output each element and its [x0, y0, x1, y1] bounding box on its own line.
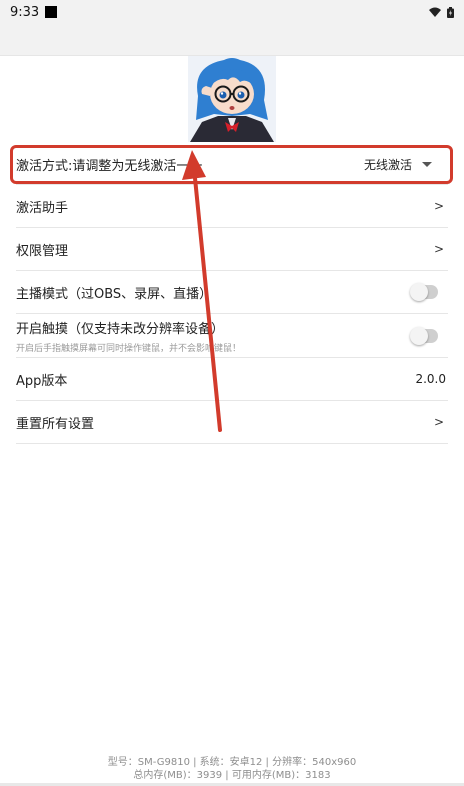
device-info-line-2: 总内存(MB)：3939 | 可用内存(MB)：3183 [133, 770, 331, 781]
streamer-mode-row: 主播模式（过OBS、录屏、直播） [16, 271, 448, 314]
reset-settings-row[interactable]: 重置所有设置 > [16, 401, 448, 444]
dropdown-caret-icon[interactable] [422, 161, 432, 167]
streamer-mode-toggle[interactable] [410, 283, 438, 301]
avatar [188, 56, 276, 142]
status-time: 9:33 [10, 4, 40, 20]
streamer-mode-label: 主播模式（过OBS、录屏、直播） [16, 286, 213, 302]
permission-management-label: 权限管理 [16, 243, 69, 259]
device-info-line-1: 型号：SM-G9810 | 系统：安卓12 | 分辨率：540x960 [107, 757, 357, 768]
app-toolbar [0, 24, 464, 56]
touch-mode-toggle[interactable] [410, 326, 438, 345]
activation-mode-row[interactable]: 激活方式:请调整为无线激活一一 无线激活 [16, 144, 448, 185]
reset-settings-label: 重置所有设置 [16, 416, 95, 432]
activation-mode-select[interactable]: 无线激活 [364, 156, 412, 173]
chevron-right-icon: > [433, 199, 444, 213]
touch-mode-label: 开启触摸（仅支持未改分辨率设备） [16, 321, 225, 337]
app-version-value: 2.0.0 [415, 372, 446, 386]
settings-list: 激活方式:请调整为无线激活一一 无线激活 激活助手 > 权限管理 > 主播模式（… [16, 144, 448, 444]
activation-mode-label: 激活方式:请调整为无线激活一一 [16, 158, 203, 174]
touch-mode-hint: 开启后手指触摸屏幕可同时操作键鼠，并不会影响键鼠！ [16, 343, 242, 354]
app-version-label: App版本 [16, 373, 68, 389]
wifi-icon [429, 7, 441, 17]
battery-icon [447, 6, 454, 18]
notification-icon [45, 6, 58, 18]
chevron-right-icon: > [433, 242, 444, 256]
device-info-footer: 型号：SM-G9810 | 系统：安卓12 | 分辨率：540x960 总内存(… [0, 756, 464, 782]
status-icons [429, 6, 454, 18]
touch-mode-row: 开启触摸（仅支持未改分辨率设备） 开启后手指触摸屏幕可同时操作键鼠，并不会影响键… [16, 314, 448, 358]
avatar-illustration [188, 56, 276, 142]
toggle-knob [410, 283, 428, 301]
chevron-right-icon: > [433, 415, 444, 429]
toggle-knob [410, 326, 428, 345]
activation-assistant-label: 激活助手 [16, 200, 69, 216]
app-version-row: App版本 2.0.0 [16, 358, 448, 401]
activation-assistant-row[interactable]: 激活助手 > [16, 185, 448, 228]
permission-management-row[interactable]: 权限管理 > [16, 228, 448, 271]
status-bar: 9:33 [0, 0, 464, 24]
app-screen: 9:33 激活方式:请调整为无线激活一一 无线激活 激活助手 > 权限管理 > … [0, 0, 464, 786]
